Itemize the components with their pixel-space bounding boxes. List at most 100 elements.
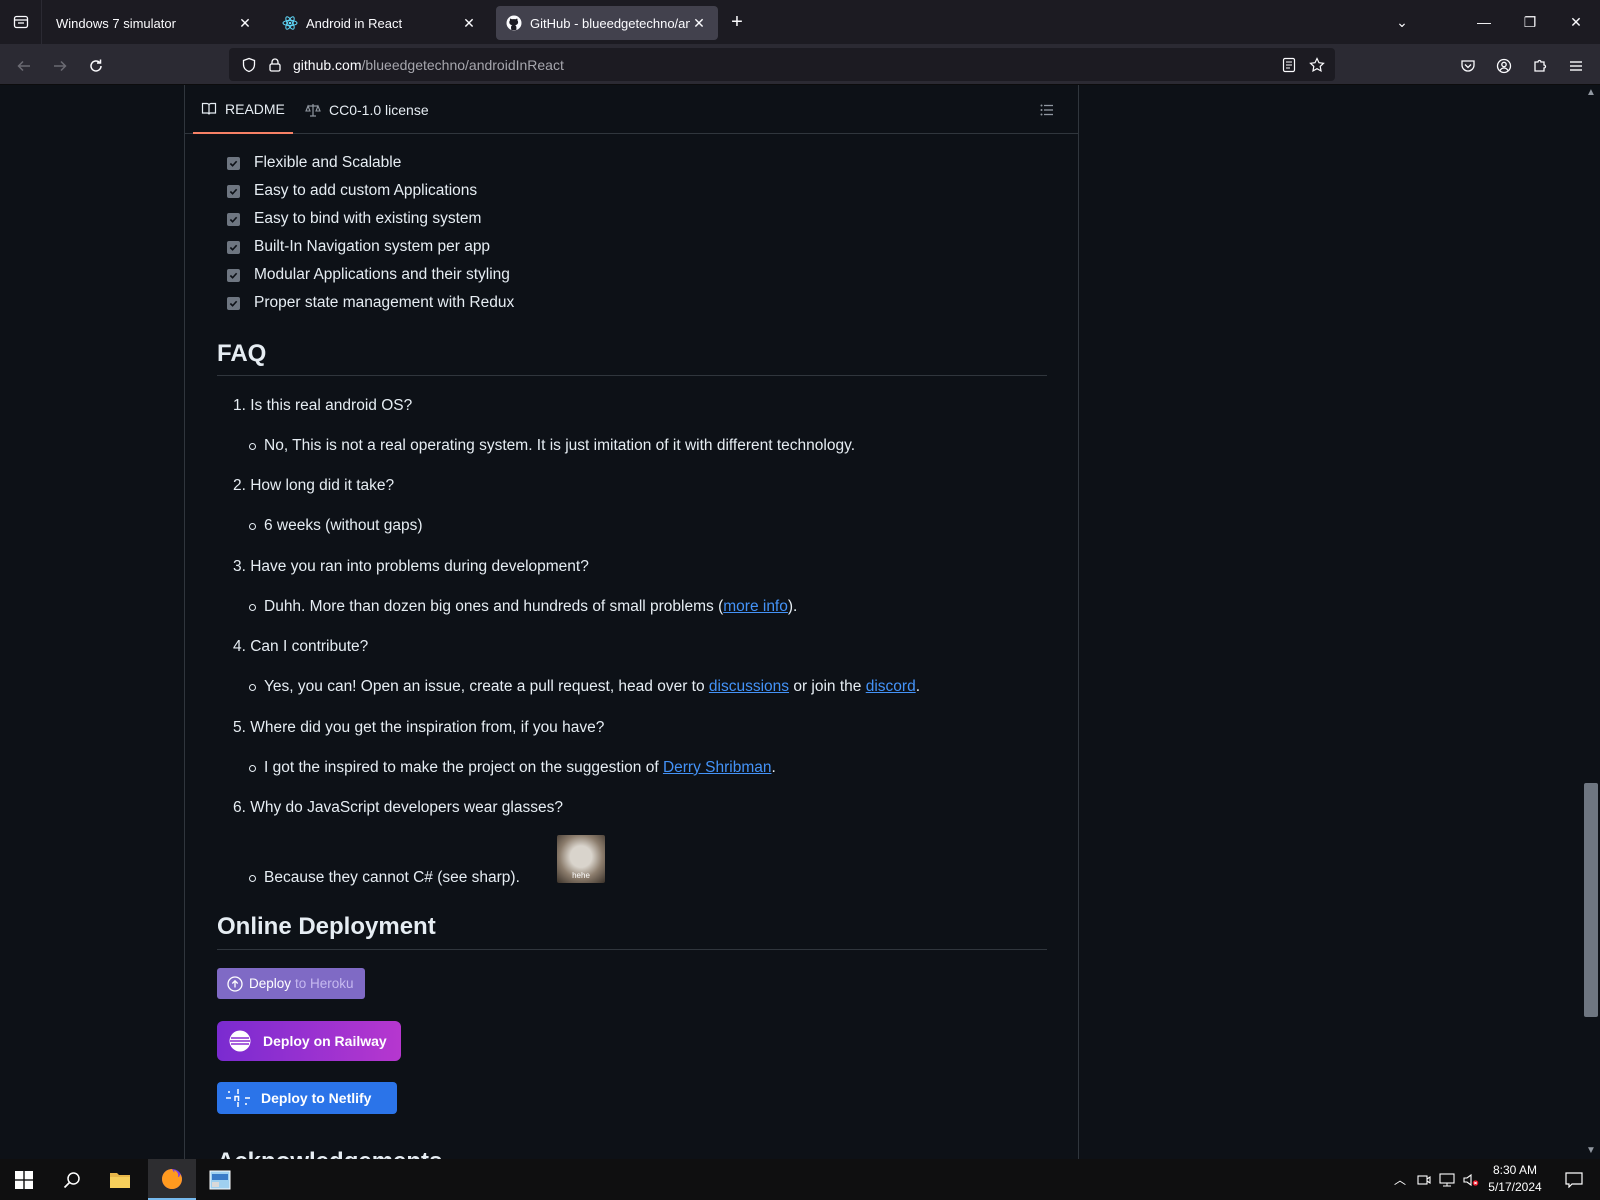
railway-logo-icon [229, 1030, 251, 1052]
network-icon[interactable] [1436, 1159, 1458, 1200]
faq-answer-text: 6 weeks (without gaps) [264, 517, 423, 534]
scrollbar-thumb[interactable] [1584, 783, 1598, 1017]
more-info-link[interactable]: more info [723, 598, 788, 616]
taskbar-clock[interactable]: 8:30 AM 5/17/2024 [1480, 1162, 1550, 1196]
start-button[interactable] [0, 1159, 48, 1200]
url-text[interactable]: github.com/blueedgetechno/androidInReact [293, 57, 564, 73]
restore-button[interactable]: ❐ [1516, 8, 1544, 36]
derry-shribman-link[interactable]: Derry Shribman [663, 759, 772, 777]
readme-container: README CC0-1.0 license Flexible and Scal… [184, 85, 1079, 1159]
circle-bullet-icon [249, 874, 256, 882]
tab-readme-label: README [225, 100, 285, 117]
task-list-item: Easy to add custom Applications [227, 181, 477, 201]
checkbox-checked-icon[interactable] [227, 184, 240, 198]
faq-question-2: 2. How long did it take? [233, 477, 395, 494]
faq-answer-5: I got the inspired to make the project o… [249, 759, 776, 777]
deploy-to-netlify-button[interactable]: Deploy to Netlify [217, 1082, 397, 1114]
tab-readme[interactable]: README [193, 85, 293, 134]
windows-taskbar: ︿ 8:30 AM 5/17/2024 [0, 1159, 1600, 1200]
close-tab-icon[interactable]: ✕ [236, 15, 254, 32]
close-tab-icon[interactable]: ✕ [690, 15, 708, 32]
faq-heading: FAQ [217, 340, 267, 367]
task-label: Proper state management with Redux [254, 294, 515, 311]
minimize-button[interactable]: — [1470, 8, 1498, 36]
faq-answer-text: Yes, you can! Open an issue, create a pu… [264, 678, 709, 695]
faq-answer-text: ). [787, 598, 798, 615]
close-window-button[interactable]: ✕ [1562, 8, 1590, 36]
tab-windows7[interactable]: Windows 7 simulator ✕ [46, 6, 264, 40]
shield-icon[interactable] [241, 57, 257, 73]
reader-view-icon[interactable] [1281, 57, 1297, 73]
faq-question-6: 6. Why do JavaScript developers wear gla… [233, 799, 563, 816]
faq-question-1: 1. Is this real android OS? [233, 397, 413, 414]
action-center-icon[interactable] [1556, 1159, 1592, 1200]
bookmark-star-icon[interactable] [1309, 56, 1325, 73]
circle-bullet-icon [249, 764, 256, 772]
show-hidden-icons-chevron-icon[interactable]: ︿ [1390, 1159, 1410, 1200]
browser-nav-bar: github.com/blueedgetechno/androidInReact [0, 44, 1600, 85]
close-tab-icon[interactable]: ✕ [460, 15, 478, 32]
app-taskbar-button[interactable] [196, 1159, 244, 1200]
browser-tab-bar: Windows 7 simulator ✕ Android in React ✕… [0, 0, 1600, 44]
checkbox-checked-icon[interactable] [227, 268, 240, 282]
task-list-item: Flexible and Scalable [227, 153, 401, 173]
url-bar[interactable]: github.com/blueedgetechno/androidInReact [229, 48, 1335, 81]
checkbox-checked-icon[interactable] [227, 212, 240, 226]
heroku-upload-icon [227, 975, 243, 992]
task-list-item: Modular Applications and their styling [227, 265, 510, 285]
tab-list-icon [13, 15, 28, 29]
discord-link[interactable]: discord [866, 678, 916, 696]
back-button[interactable] [10, 52, 38, 80]
heroku-label-a: Deploy [249, 976, 292, 991]
cat-meme-image: hehe [557, 835, 605, 883]
circle-bullet-icon [249, 522, 256, 530]
search-icon [63, 1171, 80, 1188]
task-label: Easy to add custom Applications [254, 182, 478, 199]
tab-license-label: CC0-1.0 license [329, 101, 429, 118]
pocket-button[interactable] [1454, 52, 1482, 80]
windows-logo-icon [15, 1170, 33, 1189]
tab-github[interactable]: GitHub - blueedgetechno/andr ✕ [496, 6, 718, 40]
tab-android-in-react[interactable]: Android in React ✕ [272, 6, 488, 40]
extensions-button[interactable] [1526, 52, 1554, 80]
deploy-to-heroku-button[interactable]: Deploy to Heroku [217, 968, 365, 999]
url-path: /blueedgetechno/androidInReact [361, 56, 564, 73]
task-list-item: Easy to bind with existing system [227, 209, 481, 229]
firefox-taskbar-button[interactable] [148, 1159, 196, 1200]
tab-list-button[interactable] [0, 0, 42, 44]
meet-now-icon[interactable] [1414, 1159, 1434, 1200]
new-tab-button[interactable]: + [725, 10, 749, 34]
checkbox-checked-icon[interactable] [227, 240, 240, 254]
lock-icon[interactable] [267, 57, 283, 73]
forward-button[interactable] [46, 52, 74, 80]
railway-label: Deploy on Railway [263, 1033, 387, 1049]
heading-divider [217, 949, 1047, 950]
tab-license[interactable]: CC0-1.0 license [305, 85, 429, 134]
menu-button[interactable] [1562, 52, 1590, 80]
netlify-label: Deploy to Netlify [261, 1090, 372, 1106]
account-button[interactable] [1490, 52, 1518, 80]
task-label: Flexible and Scalable [254, 154, 402, 171]
file-explorer-button[interactable] [96, 1159, 144, 1200]
faq-question-3: 3. Have you ran into problems during dev… [233, 558, 589, 575]
scroll-up-arrow-icon[interactable]: ▲ [1585, 87, 1597, 99]
netlify-logo-icon [226, 1089, 250, 1107]
folder-icon [110, 1172, 130, 1188]
checkbox-checked-icon[interactable] [227, 296, 240, 310]
outline-button[interactable] [1039, 85, 1055, 134]
circle-bullet-icon [249, 442, 256, 450]
page-viewport: README CC0-1.0 license Flexible and Scal… [0, 85, 1600, 1159]
firefox-icon [162, 1168, 182, 1189]
list-all-tabs-chevron-icon[interactable]: ⌄ [1388, 8, 1416, 36]
discussions-link[interactable]: discussions [709, 678, 789, 696]
checkbox-checked-icon[interactable] [227, 156, 240, 170]
tab-title: GitHub - blueedgetechno/andr [530, 15, 690, 31]
taskbar-search-button[interactable] [48, 1159, 96, 1200]
faq-answer-text: I got the inspired to make the project o… [264, 759, 663, 776]
reload-button[interactable] [82, 52, 110, 80]
scroll-down-arrow-icon[interactable]: ▼ [1585, 1145, 1597, 1157]
volume-muted-icon[interactable] [1460, 1159, 1482, 1200]
faq-answer-4: Yes, you can! Open an issue, create a pu… [249, 678, 920, 696]
deploy-on-railway-button[interactable]: Deploy on Railway [217, 1021, 401, 1061]
faq-answer-1: No, This is not a real operating system.… [249, 437, 855, 455]
